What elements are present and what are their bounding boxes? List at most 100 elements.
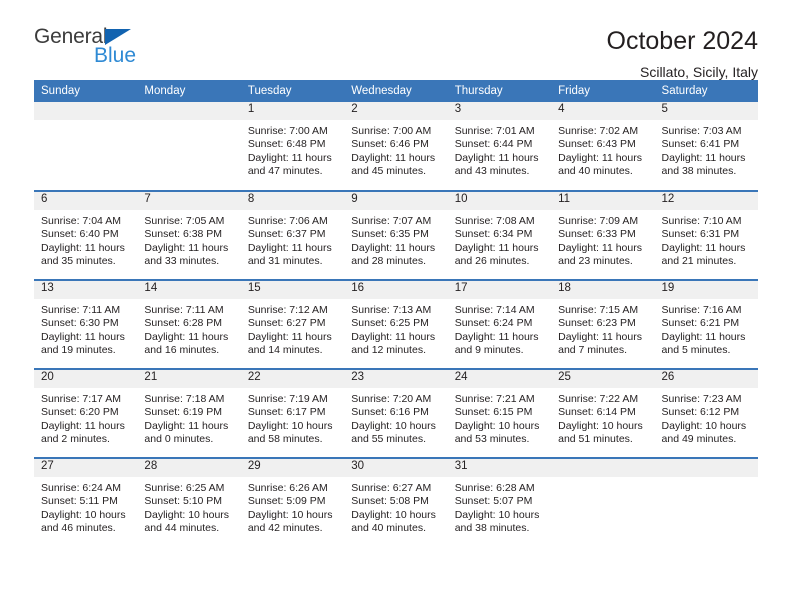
day-cell[interactable]: 21 Sunrise: 7:18 AM Sunset: 6:19 PM Dayligh…	[137, 368, 241, 458]
weekday-header-friday: Friday	[551, 80, 655, 102]
general-blue-logo[interactable]: General Blue	[34, 26, 164, 72]
day-number: 23	[344, 370, 448, 388]
day-number	[137, 102, 241, 120]
day-cell[interactable]: 23 Sunrise: 7:20 AM Sunset: 6:16 PM Dayligh…	[344, 368, 448, 458]
sunset-text: Sunset: 6:43 PM	[558, 138, 636, 151]
day-cell[interactable]: 3 Sunrise: 7:01 AM Sunset: 6:44 PM Daylight…	[447, 102, 552, 191]
day-details: Sunrise: 6:24 AM Sunset: 5:11 PM Daylight:…	[34, 477, 137, 535]
daylight-text-line2: and 38 minutes.	[661, 164, 737, 177]
daylight-text-line1: Daylight: 11 hours	[558, 151, 642, 164]
day-details: Sunrise: 6:25 AM Sunset: 5:10 PM Daylight:…	[137, 477, 240, 535]
sunrise-text: Sunrise: 6:27 AM	[351, 482, 432, 494]
sunset-text: Sunset: 6:23 PM	[558, 317, 636, 330]
day-details: Sunrise: 7:19 AM Sunset: 6:17 PM Daylight:…	[241, 388, 344, 446]
day-cell[interactable]: 15 Sunrise: 7:12 AM Sunset: 6:27 PM Dayligh…	[240, 279, 345, 369]
day-cell[interactable]: 4 Sunrise: 7:02 AM Sunset: 6:43 PM Daylight…	[551, 102, 655, 191]
day-cell[interactable]: 11 Sunrise: 7:09 AM Sunset: 6:33 PM Dayligh…	[551, 190, 655, 280]
day-cell[interactable]: 16 Sunrise: 7:13 AM Sunset: 6:25 PM Dayligh…	[344, 279, 448, 369]
sunrise-text: Sunrise: 7:22 AM	[558, 393, 639, 405]
day-cell[interactable]: 27 Sunrise: 6:24 AM Sunset: 5:11 PM Dayligh…	[34, 457, 138, 547]
daylight-text-line1: Daylight: 11 hours	[41, 330, 125, 343]
daylight-text-line1: Daylight: 11 hours	[247, 151, 332, 164]
calendar-header-row: Sunday Monday Tuesday Wednesday Thursday…	[34, 80, 758, 102]
day-number: 20	[34, 370, 138, 388]
daylight-text-line2: and 14 minutes.	[247, 343, 323, 356]
daylight-text-line1: Daylight: 11 hours	[144, 419, 229, 432]
sunrise-text: Sunrise: 7:23 AM	[661, 393, 742, 405]
day-cell[interactable]: 2 Sunrise: 7:00 AM Sunset: 6:46 PM Daylight…	[344, 102, 448, 191]
sunset-text: Sunset: 6:33 PM	[558, 228, 636, 241]
day-cell[interactable]: 29 Sunrise: 6:26 AM Sunset: 5:09 PM Dayligh…	[240, 457, 345, 547]
day-cell[interactable]: 6 Sunrise: 7:04 AM Sunset: 6:40 PM Daylight…	[34, 190, 138, 280]
sunrise-text: Sunrise: 7:10 AM	[661, 215, 742, 227]
day-cell-empty	[654, 457, 758, 547]
day-number: 17	[447, 281, 552, 299]
sunrise-text: Sunrise: 7:21 AM	[454, 393, 535, 405]
sunset-text: Sunset: 6:19 PM	[144, 406, 223, 419]
sunset-text: Sunset: 5:10 PM	[144, 495, 223, 508]
daylight-text-line2: and 40 minutes.	[558, 164, 633, 177]
daylight-text-line1: Daylight: 11 hours	[454, 151, 539, 164]
day-number	[551, 459, 655, 477]
daylight-text-line2: and 28 minutes.	[351, 254, 426, 267]
day-cell[interactable]: 12 Sunrise: 7:10 AM Sunset: 6:31 PM Dayligh…	[654, 190, 758, 280]
day-number: 29	[240, 459, 345, 477]
sunrise-text: Sunrise: 7:06 AM	[247, 215, 328, 227]
daylight-text-line1: Daylight: 11 hours	[661, 151, 746, 164]
day-details: Sunrise: 7:17 AM Sunset: 6:20 PM Daylight:…	[34, 388, 137, 446]
day-cell[interactable]: 5 Sunrise: 7:03 AM Sunset: 6:41 PM Daylight…	[654, 102, 758, 191]
day-number: 12	[654, 192, 758, 210]
daylight-text-line2: and 7 minutes.	[558, 343, 627, 356]
day-cell[interactable]: 7 Sunrise: 7:05 AM Sunset: 6:38 PM Daylight…	[137, 190, 241, 280]
daylight-text-line1: Daylight: 10 hours	[41, 508, 126, 521]
weekday-header-thursday: Thursday	[447, 80, 552, 102]
daylight-text-line1: Daylight: 11 hours	[351, 151, 436, 164]
daylight-text-line2: and 55 minutes.	[351, 432, 426, 445]
day-cell[interactable]: 22 Sunrise: 7:19 AM Sunset: 6:17 PM Dayligh…	[240, 368, 345, 458]
sunrise-text: Sunrise: 7:16 AM	[661, 304, 742, 316]
day-cell[interactable]: 13 Sunrise: 7:11 AM Sunset: 6:30 PM Dayligh…	[34, 279, 138, 369]
day-cell[interactable]: 20 Sunrise: 7:17 AM Sunset: 6:20 PM Dayligh…	[34, 368, 138, 458]
day-cell[interactable]: 28 Sunrise: 6:25 AM Sunset: 5:10 PM Dayligh…	[137, 457, 241, 547]
day-details: Sunrise: 7:15 AM Sunset: 6:23 PM Daylight:…	[551, 299, 654, 357]
daylight-text-line2: and 23 minutes.	[558, 254, 633, 267]
day-cell[interactable]: 18 Sunrise: 7:15 AM Sunset: 6:23 PM Dayligh…	[551, 279, 655, 369]
daylight-text-line2: and 58 minutes.	[247, 432, 323, 445]
daylight-text-line2: and 46 minutes.	[41, 521, 116, 534]
day-cell[interactable]: 9 Sunrise: 7:07 AM Sunset: 6:35 PM Daylight…	[344, 190, 448, 280]
sunset-text: Sunset: 6:15 PM	[454, 406, 533, 419]
sunset-text: Sunset: 6:31 PM	[661, 228, 740, 241]
day-cell[interactable]: 31 Sunrise: 6:28 AM Sunset: 5:07 PM Dayligh…	[447, 457, 552, 547]
day-cell[interactable]: 8 Sunrise: 7:06 AM Sunset: 6:37 PM Daylight…	[240, 190, 345, 280]
sunset-text: Sunset: 5:08 PM	[351, 495, 429, 508]
day-details: Sunrise: 7:12 AM Sunset: 6:27 PM Daylight:…	[241, 299, 344, 357]
sunset-text: Sunset: 6:48 PM	[247, 138, 326, 151]
day-details: Sunrise: 7:20 AM Sunset: 6:16 PM Daylight:…	[344, 388, 447, 446]
day-details: Sunrise: 7:04 AM Sunset: 6:40 PM Daylight:…	[34, 210, 137, 268]
day-cell[interactable]: 14 Sunrise: 7:11 AM Sunset: 6:28 PM Dayligh…	[137, 279, 241, 369]
day-cell[interactable]: 30 Sunrise: 6:27 AM Sunset: 5:08 PM Dayligh…	[344, 457, 448, 547]
day-cell[interactable]: 25 Sunrise: 7:22 AM Sunset: 6:14 PM Dayligh…	[551, 368, 655, 458]
sunrise-text: Sunrise: 7:17 AM	[41, 393, 121, 405]
daylight-text-line2: and 42 minutes.	[247, 521, 323, 534]
day-cell[interactable]: 26 Sunrise: 7:23 AM Sunset: 6:12 PM Dayligh…	[654, 368, 758, 458]
daylight-text-line1: Daylight: 11 hours	[558, 330, 642, 343]
day-cell[interactable]: 24 Sunrise: 7:21 AM Sunset: 6:15 PM Dayligh…	[447, 368, 552, 458]
calendar-week-row: 13 Sunrise: 7:11 AM Sunset: 6:30 PM Dayligh…	[34, 279, 758, 369]
daylight-text-line2: and 51 minutes.	[558, 432, 633, 445]
day-number: 24	[447, 370, 552, 388]
daylight-text-line2: and 44 minutes.	[144, 521, 220, 534]
day-number: 16	[344, 281, 448, 299]
day-details: Sunrise: 7:06 AM Sunset: 6:37 PM Daylight:…	[241, 210, 344, 268]
daylight-text-line1: Daylight: 10 hours	[351, 508, 436, 521]
sunrise-text: Sunrise: 7:08 AM	[454, 215, 535, 227]
day-cell[interactable]: 19 Sunrise: 7:16 AM Sunset: 6:21 PM Dayligh…	[654, 279, 758, 369]
day-details: Sunrise: 7:00 AM Sunset: 6:48 PM Daylight:…	[241, 120, 344, 178]
day-number	[654, 459, 758, 477]
day-cell[interactable]: 1 Sunrise: 7:00 AM Sunset: 6:48 PM Daylight…	[240, 102, 345, 191]
day-cell[interactable]: 10 Sunrise: 7:08 AM Sunset: 6:34 PM Dayligh…	[447, 190, 552, 280]
daylight-text-line2: and 16 minutes.	[144, 343, 220, 356]
day-number: 26	[654, 370, 758, 388]
daylight-text-line1: Daylight: 10 hours	[661, 419, 747, 432]
day-cell[interactable]: 17 Sunrise: 7:14 AM Sunset: 6:24 PM Dayligh…	[447, 279, 552, 369]
